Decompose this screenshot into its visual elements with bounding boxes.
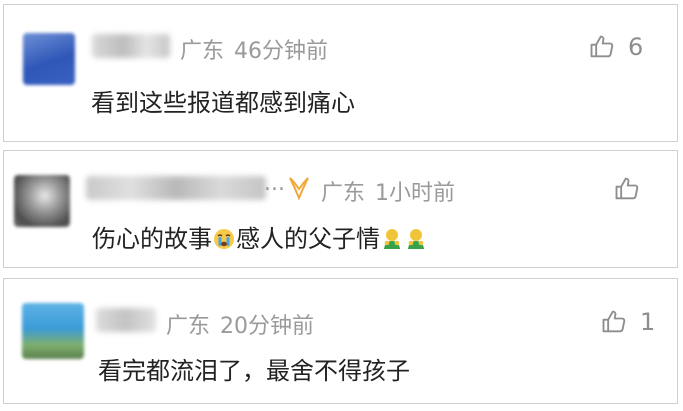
- username-blurred[interactable]: [92, 34, 170, 58]
- comment-text: 看完都流泪了，最舍不得孩子: [98, 357, 410, 385]
- comment-text-part-2: 感人的父子情: [236, 225, 380, 253]
- avatar[interactable]: [23, 33, 75, 85]
- comment-text-part-1: 伤心的故事: [92, 225, 212, 253]
- like-count: 1: [640, 308, 656, 336]
- comment-card-2: ... 广东 1小时前 伤心的故事 感人的父子情: [3, 150, 678, 268]
- like-button[interactable]: 1: [600, 308, 655, 336]
- comment-meta: 广东 46分钟前: [180, 33, 328, 65]
- thumbs-up-icon: [590, 35, 614, 58]
- thumbs-up-icon: [602, 310, 626, 333]
- time-label: 1小时前: [375, 181, 456, 206]
- username-ellipsis: ...: [264, 171, 285, 196]
- comment-card-1: 广东 46分钟前 看到这些报道都感到痛心 6: [3, 4, 678, 142]
- comment-text: 伤心的故事 感人的父子情: [92, 219, 428, 254]
- like-count: 6: [628, 33, 644, 61]
- username-blurred[interactable]: [86, 176, 266, 200]
- thumbs-up-icon: [615, 177, 639, 200]
- comment-meta: 广东 20分钟前: [166, 308, 314, 340]
- like-button[interactable]: 6: [588, 33, 643, 61]
- comment-card-3: 广东 20分钟前 看完都流泪了，最舍不得孩子 1: [3, 278, 678, 404]
- avatar[interactable]: [22, 303, 84, 359]
- crying-face-icon: [214, 229, 234, 249]
- location-label: 广东: [180, 39, 225, 64]
- hugging-figure-icon: [384, 229, 400, 249]
- avatar[interactable]: [14, 175, 70, 227]
- time-label: 20分钟前: [220, 314, 315, 339]
- like-button[interactable]: [613, 175, 653, 203]
- hugging-figure-icon: [408, 229, 424, 249]
- comment-meta: 广东 1小时前: [321, 175, 455, 207]
- location-label: 广东: [321, 181, 366, 206]
- time-label: 46分钟前: [234, 39, 329, 64]
- location-label: 广东: [166, 314, 211, 339]
- username-blurred[interactable]: [96, 308, 156, 332]
- orange-badge-icon: [289, 177, 309, 201]
- comment-text: 看到这些报道都感到痛心: [91, 89, 355, 117]
